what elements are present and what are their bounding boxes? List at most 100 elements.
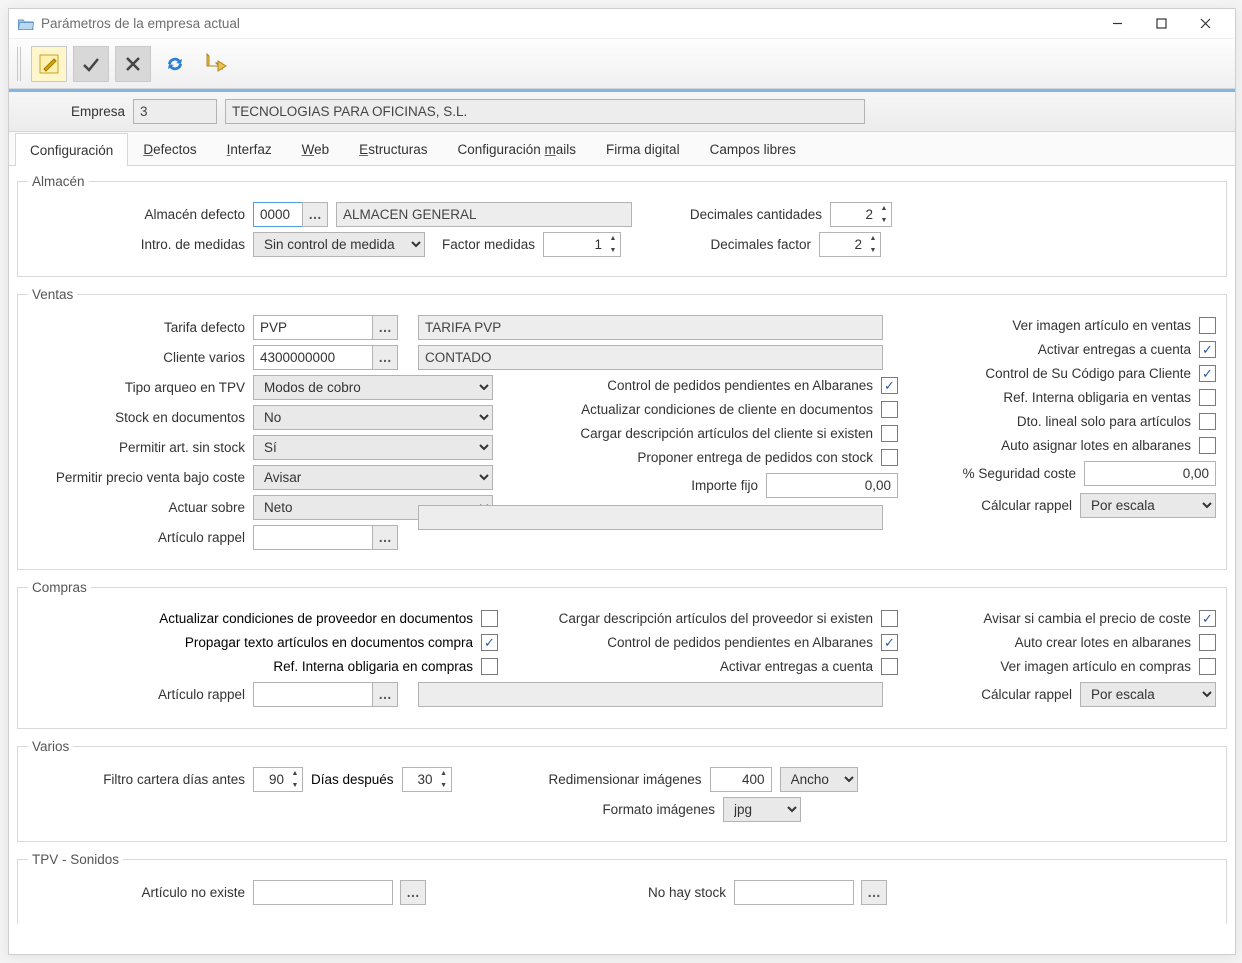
tab-configuracion[interactable]: Configuración [15, 133, 128, 166]
accept-button[interactable] [73, 46, 109, 82]
no-stock-label: No hay stock [606, 885, 726, 900]
stock-doc-select[interactable]: No [253, 405, 493, 430]
intro-medidas-label: Intro. de medidas [28, 237, 253, 252]
chk-actualizar-cond-label: Actualizar condiciones de cliente en doc… [581, 402, 873, 417]
factor-medidas-label: Factor medidas [433, 237, 535, 252]
c-autolotes-label: Auto crear lotes en albaranes [1015, 635, 1191, 650]
c-verimg-chk[interactable] [1199, 658, 1216, 675]
c-artrap-code[interactable] [253, 682, 373, 707]
c-prop-chk[interactable] [481, 634, 498, 651]
chk-auto-lotes[interactable] [1199, 437, 1216, 454]
redim-mode-select[interactable]: Ancho [780, 767, 858, 792]
legend-almacen: Almacén [28, 174, 89, 189]
c-calcrap-select[interactable]: Por escala [1080, 682, 1216, 707]
chk-ver-imagen[interactable] [1199, 317, 1216, 334]
no-stock-input[interactable] [734, 880, 854, 905]
articulo-rappel-lookup[interactable]: … [372, 525, 398, 550]
c-activar-label: Activar entregas a cuenta [720, 659, 873, 674]
minimize-button[interactable] [1095, 10, 1139, 38]
c-artrap-lookup[interactable]: … [372, 682, 398, 707]
chk-control-pedidos-label: Control de pedidos pendientes en Albaran… [607, 378, 873, 393]
legend-compras: Compras [28, 580, 91, 595]
almacen-defecto-code[interactable] [253, 202, 303, 227]
almacen-defecto-label: Almacén defecto [28, 207, 253, 222]
dias-despues-label: Días después [311, 772, 394, 787]
c-cargar-label: Cargar descripción artículos del proveed… [559, 611, 873, 626]
c-activar-chk[interactable] [881, 658, 898, 675]
cancel-button[interactable] [115, 46, 151, 82]
c-act-chk[interactable] [481, 610, 498, 627]
permit-bajocoste-select[interactable]: Avisar [253, 465, 493, 490]
almacen-defecto-name [336, 202, 632, 227]
tab-campos[interactable]: Campos libres [695, 132, 811, 165]
spin-down-icon[interactable]: ▼ [877, 215, 891, 227]
cliente-label: Cliente varios [28, 350, 253, 365]
c-ref-label: Ref. Interna obligaria en compras [273, 659, 473, 674]
chk-activar-entregas-label: Activar entregas a cuenta [1038, 342, 1191, 357]
c-artrap-label: Artículo rappel [28, 687, 253, 702]
chk-actualizar-cond[interactable] [881, 401, 898, 418]
almacen-defecto-lookup[interactable]: … [302, 202, 328, 227]
c-control-chk[interactable] [881, 634, 898, 651]
edit-button[interactable] [31, 46, 67, 82]
no-existe-input[interactable] [253, 880, 393, 905]
tab-web[interactable]: Web [287, 132, 345, 165]
chk-control-pedidos[interactable] [881, 377, 898, 394]
formato-select[interactable]: jpg [723, 797, 801, 822]
check-icon [81, 54, 101, 74]
folder-open-icon [17, 17, 35, 31]
articulo-rappel-code[interactable] [253, 525, 373, 550]
articulo-rappel-name [418, 505, 883, 530]
seguridad-input[interactable] [1084, 461, 1216, 486]
refresh-button[interactable] [157, 46, 193, 82]
importe-fijo-input[interactable] [766, 473, 898, 498]
chk-control-sucodigo-label: Control de Su Código para Cliente [985, 366, 1191, 381]
chk-auto-lotes-label: Auto asignar lotes en albaranes [1001, 438, 1191, 453]
c-ref-chk[interactable] [481, 658, 498, 675]
chk-control-sucodigo[interactable] [1199, 365, 1216, 382]
redim-input[interactable] [710, 767, 772, 792]
calc-rappel-select[interactable]: Por escala [1080, 493, 1216, 518]
close-button[interactable] [1183, 10, 1227, 38]
cliente-code[interactable] [253, 345, 373, 370]
c-control-label: Control de pedidos pendientes en Albaran… [607, 635, 873, 650]
redim-label: Redimensionar imágenes [532, 772, 702, 787]
cliente-lookup[interactable]: … [372, 345, 398, 370]
c-autolotes-chk[interactable] [1199, 634, 1216, 651]
importe-fijo-label: Importe fijo [691, 478, 758, 493]
maximize-button[interactable] [1139, 10, 1183, 38]
chk-dto-lineal[interactable] [1199, 413, 1216, 430]
tab-defectos[interactable]: Defectos [128, 132, 211, 165]
chk-activar-entregas[interactable] [1199, 341, 1216, 358]
chk-ref-interna[interactable] [1199, 389, 1216, 406]
tarifa-name [418, 315, 883, 340]
tab-estructuras[interactable]: Estructuras [344, 132, 442, 165]
chk-ver-imagen-label: Ver imagen artículo en ventas [1012, 318, 1191, 333]
intro-medidas-select[interactable]: Sin control de medida [253, 232, 425, 257]
content-area: Almacén Almacén defecto … Decimales cant… [9, 166, 1235, 954]
permit-sinstock-select[interactable]: Sí [253, 435, 493, 460]
titlebar: Parámetros de la empresa actual [9, 9, 1235, 39]
actuar-label: Actuar sobre [28, 500, 253, 515]
export-button[interactable] [199, 46, 235, 82]
spin-up-icon[interactable]: ▲ [877, 203, 891, 215]
empresa-code-input[interactable] [133, 99, 217, 124]
no-existe-lookup[interactable]: … [400, 880, 426, 905]
group-tpv: TPV - Sonidos Artículo no existe … No ha… [17, 852, 1227, 924]
pencil-icon [38, 53, 60, 75]
no-stock-lookup[interactable]: … [861, 880, 887, 905]
stock-doc-label: Stock en documentos [28, 410, 253, 425]
tab-config-mails[interactable]: Configuración mails [442, 132, 591, 165]
tipo-arqueo-label: Tipo arqueo en TPV [28, 380, 253, 395]
tab-firma[interactable]: Firma digital [591, 132, 695, 165]
tipo-arqueo-select[interactable]: Modos de cobro [253, 375, 493, 400]
x-icon [124, 55, 142, 73]
tarifa-lookup[interactable]: … [372, 315, 398, 340]
chk-cargar-desc[interactable] [881, 425, 898, 442]
c-avisar-chk[interactable] [1199, 610, 1216, 627]
tab-interfaz[interactable]: Interfaz [212, 132, 287, 165]
chk-proponer[interactable] [881, 449, 898, 466]
c-cargar-chk[interactable] [881, 610, 898, 627]
tarifa-code[interactable] [253, 315, 373, 340]
legend-tpv: TPV - Sonidos [28, 852, 123, 867]
